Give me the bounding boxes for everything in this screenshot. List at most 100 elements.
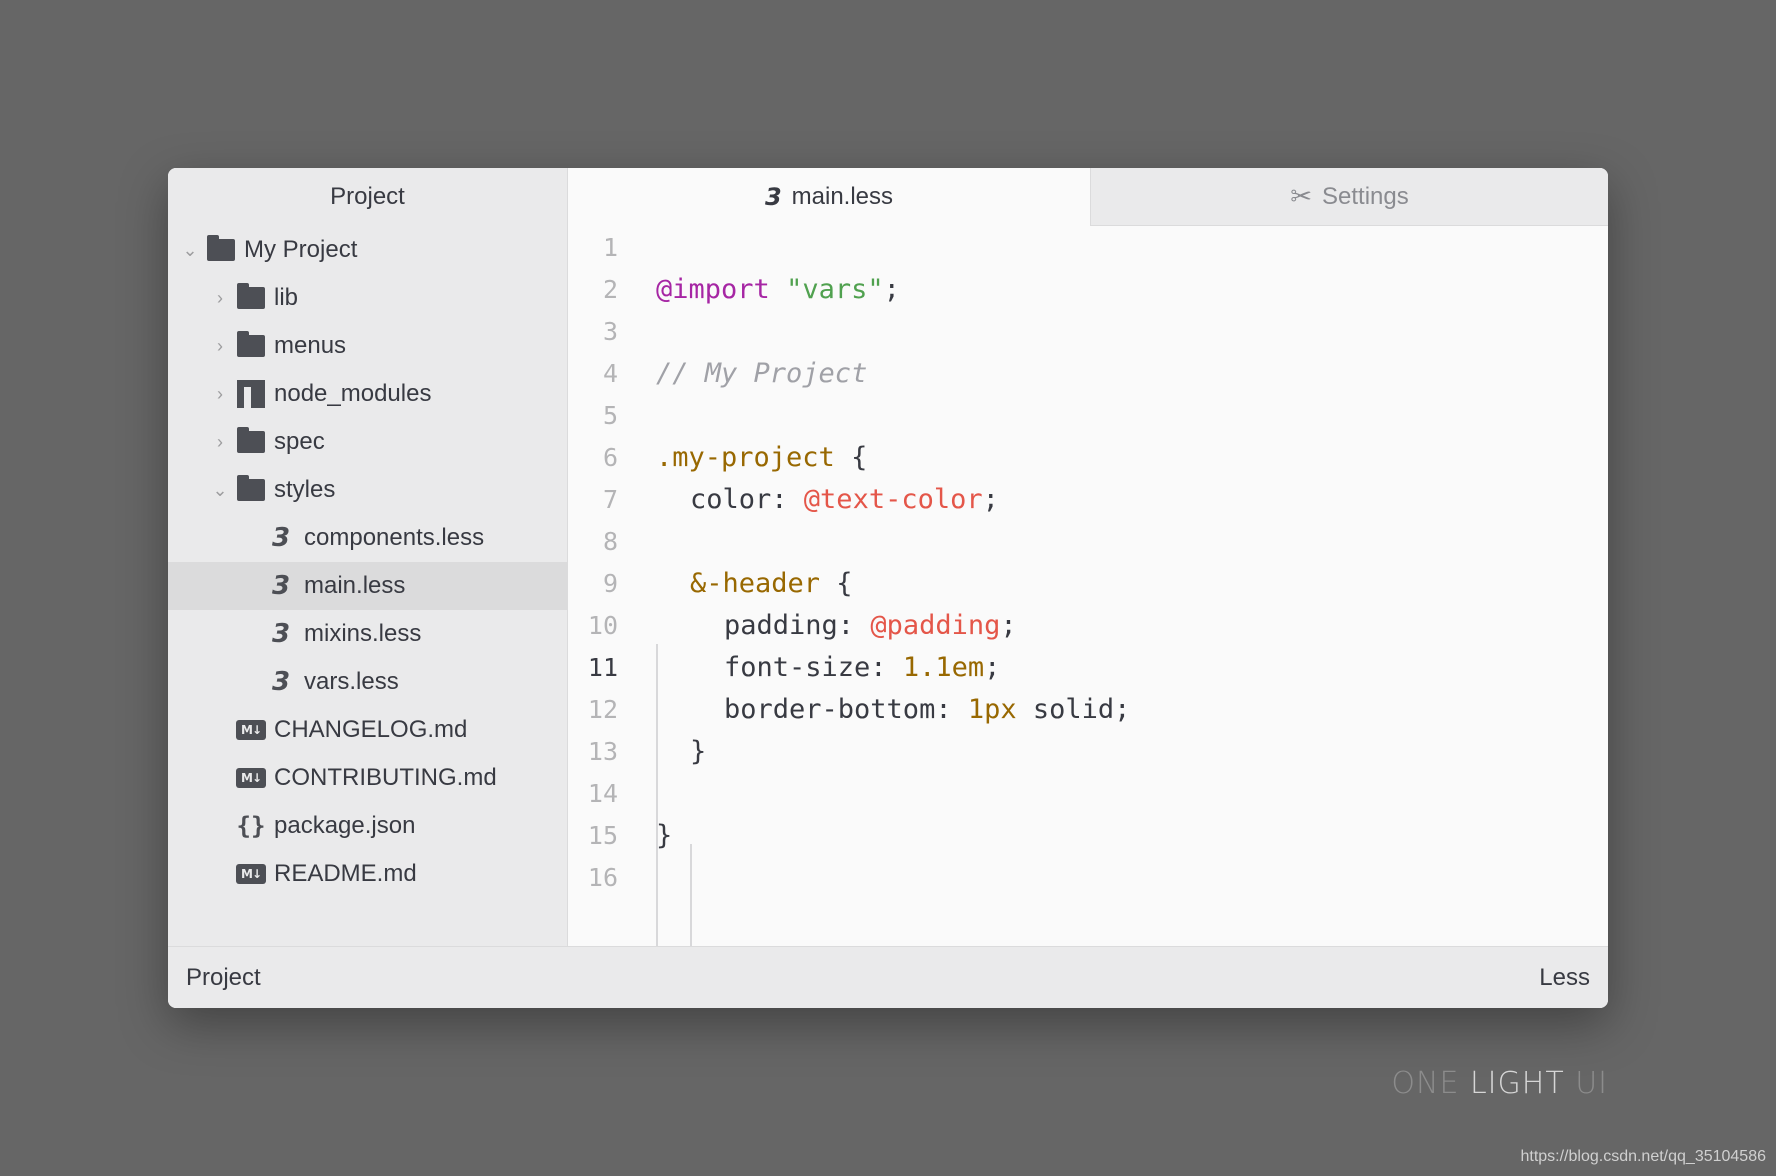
tree-item-label: vars.less	[304, 668, 399, 695]
chevron-right-icon[interactable]: ›	[210, 432, 230, 452]
status-project[interactable]: Project	[186, 964, 261, 992]
line-number: 7	[602, 484, 618, 514]
css3-icon: 3	[271, 667, 291, 697]
tree-root-my-project[interactable]: ⌄ My Project	[168, 226, 567, 274]
tree-item-menus[interactable]: › menus	[168, 322, 567, 370]
code-line: 15 }	[568, 814, 1608, 856]
tree-item-label: components.less	[304, 524, 485, 551]
chevron-right-icon[interactable]: ›	[210, 336, 230, 356]
file-tree: ⌄ My Project › lib › menus › node_module…	[168, 226, 567, 898]
code-line: 8	[568, 520, 1608, 562]
code-comment: // My Project	[656, 357, 868, 389]
line-number: 16	[587, 862, 618, 892]
code-text: @import "vars";	[656, 273, 900, 305]
tree-item-label: menus	[274, 332, 347, 359]
tree-item-label: CONTRIBUTING.md	[274, 764, 497, 791]
tree-item-changelog-md[interactable]: M↓ CHANGELOG.md	[168, 706, 567, 754]
markdown-icon: M↓	[236, 861, 266, 887]
code-text: color: @text-color;	[690, 483, 999, 515]
tree-item-label: package.json	[274, 812, 416, 839]
tree-item-node-modules[interactable]: › node_modules	[168, 370, 567, 418]
tab-main-less[interactable]: 3 main.less	[568, 168, 1090, 226]
css3-icon: 3	[271, 619, 291, 649]
tree-item-spec[interactable]: › spec	[168, 418, 567, 466]
tab-bar: 3 main.less ✂ Settings	[568, 168, 1608, 226]
tree-item-readme-md[interactable]: M↓ README.md	[168, 850, 567, 898]
chevron-down-icon[interactable]: ⌄	[180, 240, 200, 260]
code-line: 3	[568, 310, 1608, 352]
tab-label: Settings	[1322, 182, 1409, 210]
line-number: 9	[602, 568, 618, 598]
code-line: 7 color: @text-color;	[568, 478, 1608, 520]
line-number: 6	[602, 442, 618, 472]
chevron-right-icon[interactable]: ›	[210, 288, 230, 308]
code-text: }	[656, 819, 673, 851]
code-line: 9 &-header {	[568, 562, 1608, 604]
code-line: 14	[568, 772, 1608, 814]
line-number: 11	[587, 652, 618, 682]
code-line: 13 }	[568, 730, 1608, 772]
code-line: 2 @import "vars";	[568, 268, 1608, 310]
npm-icon	[236, 380, 266, 408]
code-line: 5	[568, 394, 1608, 436]
tree-item-components-less[interactable]: 3 components.less	[168, 514, 567, 562]
line-number: 8	[602, 526, 618, 556]
code-text: &-header {	[690, 567, 853, 599]
project-sidebar: Project ⌄ My Project › lib › menus › nod…	[168, 168, 568, 946]
line-number: 15	[587, 820, 618, 850]
watermark-url: https://blog.csdn.net/qq_35104586	[1520, 1148, 1766, 1165]
line-number: 10	[587, 610, 618, 640]
line-number: 5	[602, 400, 618, 430]
line-number: 14	[587, 778, 618, 808]
code-line: 10 padding: @padding;	[568, 604, 1608, 646]
folder-icon	[236, 283, 266, 311]
editor-window: Project ⌄ My Project › lib › menus › nod…	[168, 168, 1608, 1008]
tab-settings[interactable]: ✂ Settings	[1090, 168, 1608, 226]
css3-icon: 3	[271, 523, 291, 553]
line-number: 12	[587, 694, 618, 724]
tree-item-styles[interactable]: ⌄ styles	[168, 466, 567, 514]
code-editor[interactable]: 1 2 @import "vars"; 3 4 // My Project 5 …	[568, 226, 1608, 976]
code-text: border-bottom: 1px solid;	[724, 693, 1131, 725]
tree-item-main-less[interactable]: 3 main.less	[168, 562, 567, 610]
tab-label: main.less	[791, 183, 894, 210]
tree-item-mixins-less[interactable]: 3 mixins.less	[168, 610, 567, 658]
tree-item-label: README.md	[274, 860, 417, 887]
json-braces-icon: {}	[236, 812, 266, 840]
tree-item-vars-less[interactable]: 3 vars.less	[168, 658, 567, 706]
code-line: 1	[568, 226, 1608, 268]
tree-item-label: node_modules	[274, 380, 432, 407]
folder-icon	[236, 475, 266, 503]
line-number: 1	[602, 232, 618, 262]
tree-item-label: spec	[274, 428, 325, 455]
folder-icon	[206, 235, 236, 263]
code-text: padding: @padding;	[724, 609, 1017, 641]
brand-logo: ONE LIGHT UI	[1391, 1066, 1608, 1101]
status-grammar[interactable]: Less	[1539, 964, 1590, 992]
code-line-current: 11 font-size: 1.1em;	[568, 646, 1608, 688]
tree-item-lib[interactable]: › lib	[168, 274, 567, 322]
code-line: 6 .my-project {	[568, 436, 1608, 478]
code-line: 4 // My Project	[568, 352, 1608, 394]
tree-item-contributing-md[interactable]: M↓ CONTRIBUTING.md	[168, 754, 567, 802]
tree-item-label: My Project	[244, 236, 358, 263]
chevron-right-icon[interactable]: ›	[210, 384, 230, 404]
line-number: 3	[602, 316, 618, 346]
css3-icon: 3	[271, 571, 291, 601]
chevron-down-icon[interactable]: ⌄	[210, 480, 230, 500]
folder-icon	[236, 427, 266, 455]
line-number: 2	[602, 274, 618, 304]
folder-icon	[236, 331, 266, 359]
tree-item-label: main.less	[304, 572, 406, 599]
code-line: 16	[568, 856, 1608, 898]
tools-icon: ✂	[1290, 181, 1313, 211]
line-number: 4	[602, 358, 618, 388]
code-text: font-size: 1.1em;	[724, 651, 1001, 683]
tree-item-label: CHANGELOG.md	[274, 716, 468, 743]
sidebar-title: Project	[330, 183, 405, 210]
tree-item-label: mixins.less	[304, 620, 422, 647]
css3-icon: 3	[764, 183, 782, 211]
line-number: 13	[587, 736, 618, 766]
code-text: .my-project {	[656, 441, 868, 473]
tree-item-package-json[interactable]: {} package.json	[168, 802, 567, 850]
